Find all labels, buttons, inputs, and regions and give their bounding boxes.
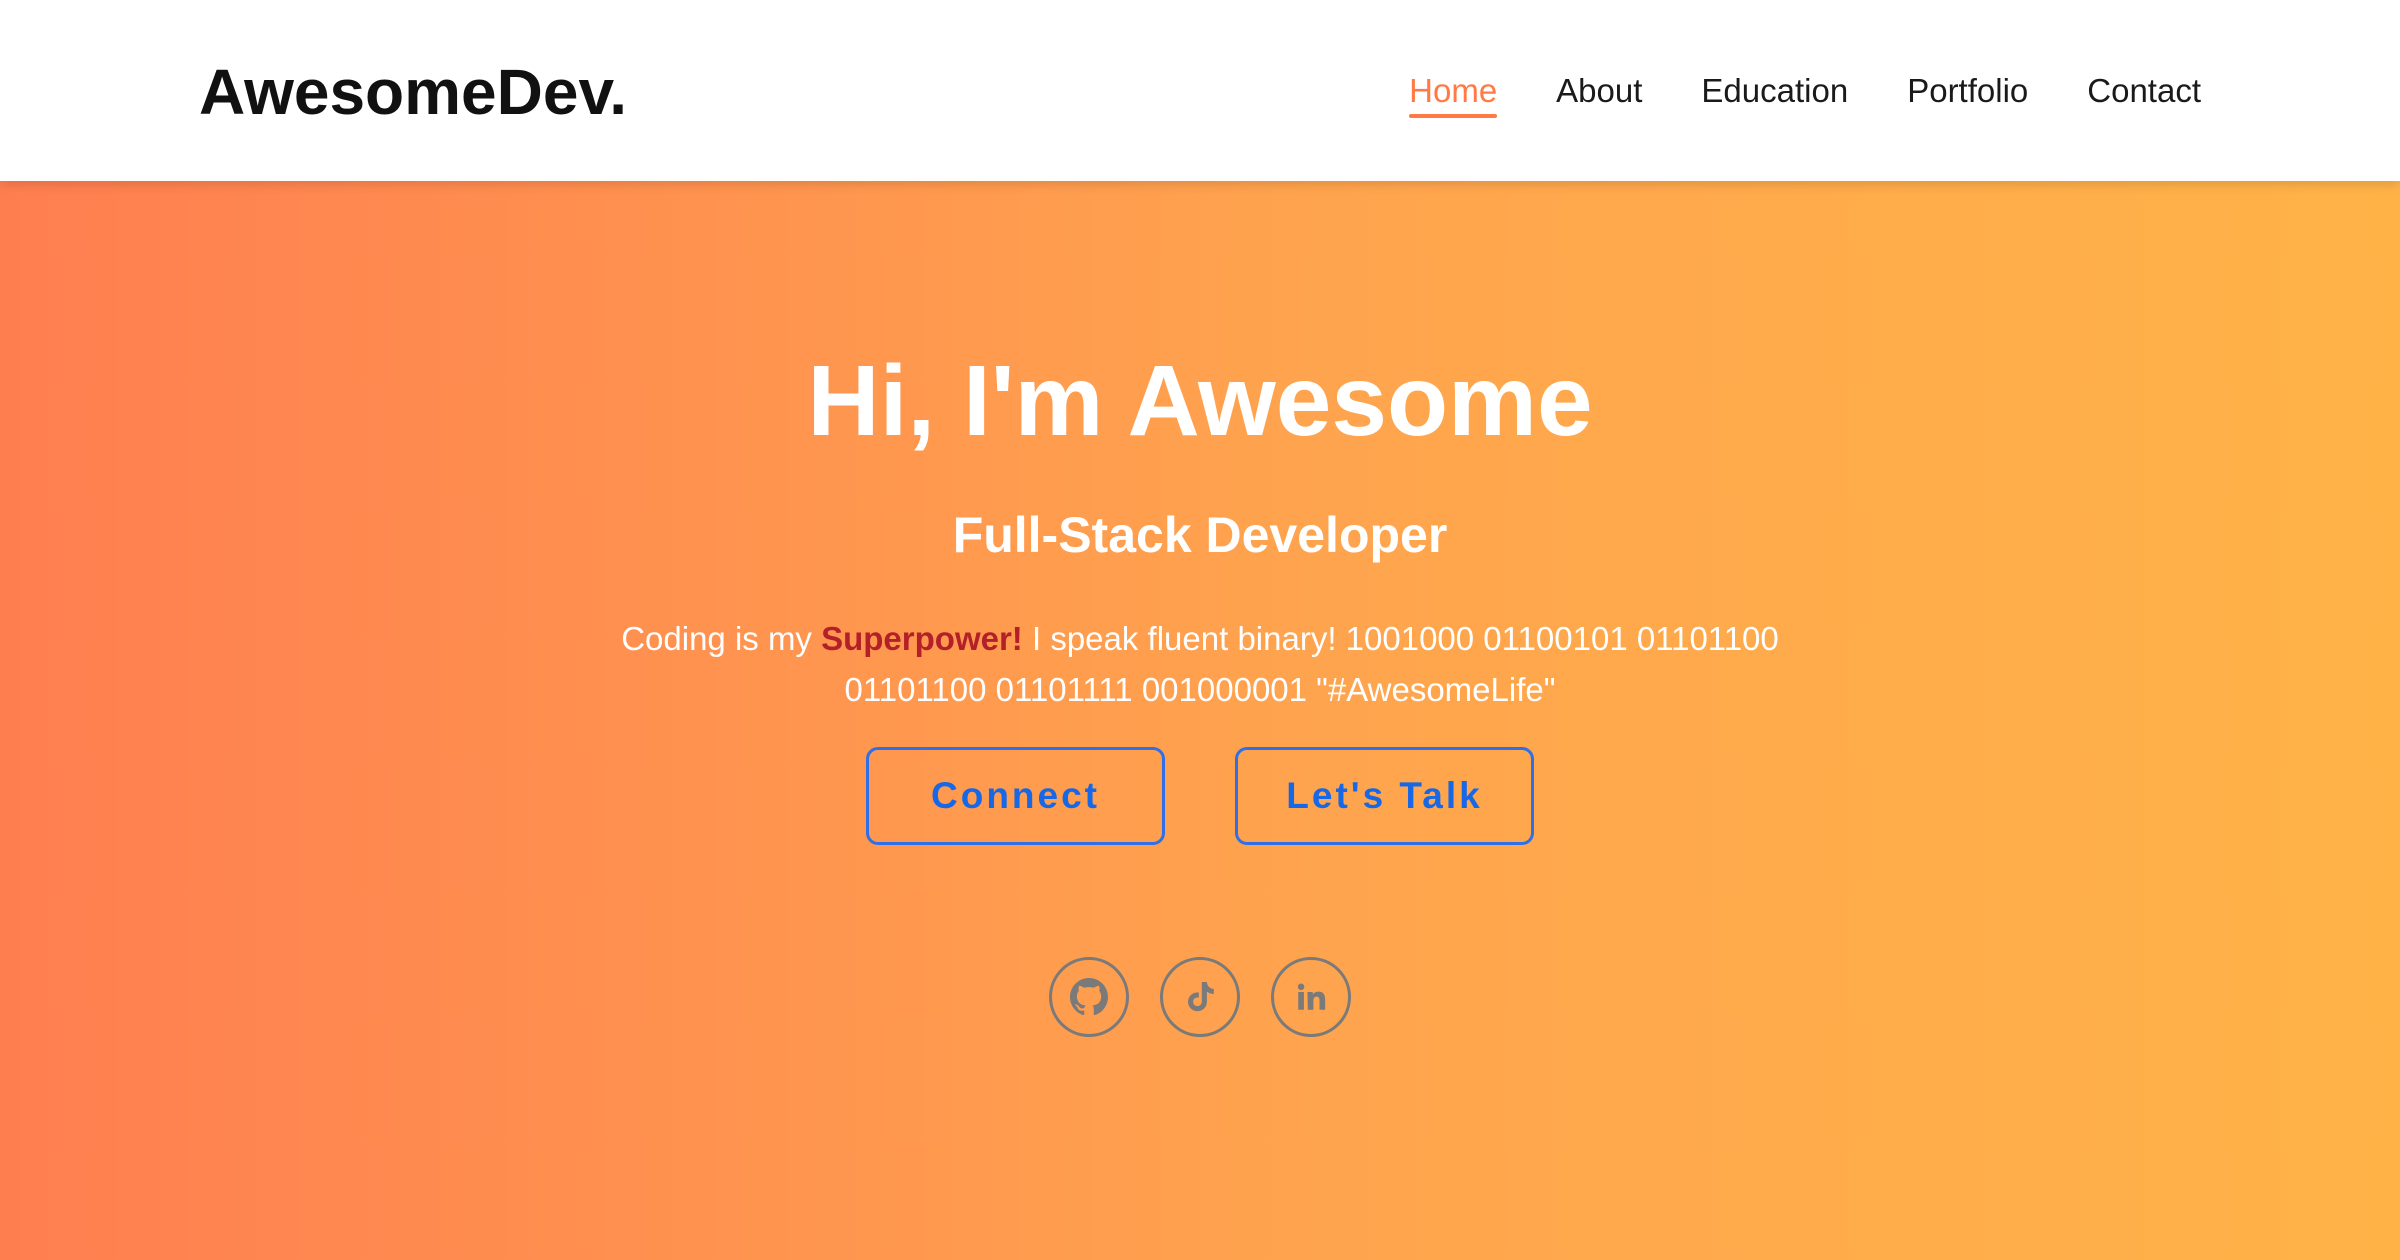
hero-subtitle: Full-Stack Developer (952, 507, 1448, 563)
navbar: AwesomeDev. Home About Education Portfol… (0, 0, 2400, 181)
tiktok-icon (1188, 982, 1214, 1012)
nav-link-home[interactable]: Home (1409, 66, 1498, 118)
hero-section: Hi, I'm Awesome Full-Stack Developer Cod… (0, 181, 2400, 1260)
linkedin-icon (1297, 983, 1326, 1010)
tiktok-link[interactable] (1160, 957, 1240, 1037)
hero-highlight: Superpower! (821, 620, 1023, 657)
site-logo[interactable]: AwesomeDev. (199, 52, 627, 132)
linkedin-link[interactable] (1271, 957, 1351, 1037)
hero-description: Coding is my Superpower! I speak fluent … (600, 613, 1800, 715)
nav-link-about[interactable]: About (1556, 66, 1642, 116)
github-link[interactable] (1049, 957, 1129, 1037)
hero-text-before: Coding is my (621, 620, 822, 657)
hero-title: Hi, I'm Awesome (807, 345, 1593, 457)
hero-buttons: Connect Let's Talk (0, 747, 2400, 845)
nav-links: Home About Education Portfolio Contact (1409, 66, 2201, 118)
social-links (0, 957, 2400, 1037)
connect-button[interactable]: Connect (866, 747, 1165, 845)
lets-talk-button[interactable]: Let's Talk (1235, 747, 1534, 845)
nav-link-portfolio[interactable]: Portfolio (1907, 66, 2028, 116)
nav-link-contact[interactable]: Contact (2087, 66, 2201, 116)
nav-link-education[interactable]: Education (1701, 66, 1848, 116)
github-icon (1070, 978, 1108, 1016)
